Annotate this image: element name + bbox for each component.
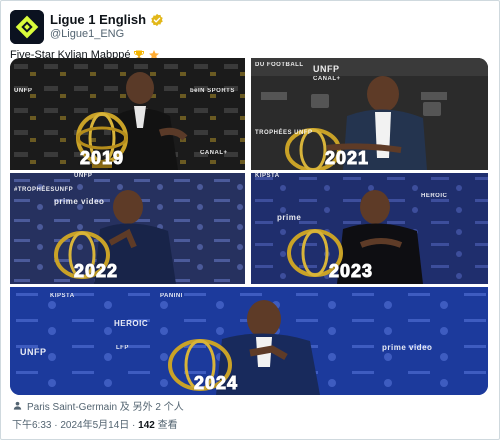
photo-2019[interactable]: UNFP CANAL+ beIN SPORTS 2019 — [10, 58, 245, 170]
backdrop-word: HEROIC — [114, 319, 149, 328]
views-count: 142 — [138, 420, 155, 431]
tweet-meta: 下午6:33 · 2024年5月14日 · 142 查看 — [12, 416, 178, 431]
year-label: 2022 — [73, 261, 119, 282]
backdrop-word: UNFP — [20, 347, 47, 357]
tagged-people[interactable]: Paris Saint-Germain 及 另外 2 个人 — [12, 398, 184, 413]
gold-verified-badge-icon — [151, 13, 163, 26]
views-label: 查看 — [154, 420, 178, 431]
backdrop-word: prime — [277, 213, 302, 222]
timestamp[interactable]: 下午6:33 · 2024年5月14日 · — [12, 420, 138, 431]
backdrop-word: prime video — [382, 343, 433, 352]
handle[interactable]: @Ligue1_ENG — [50, 28, 124, 40]
person-tag-icon — [13, 401, 22, 410]
photo-2021[interactable]: DU FOOTBALL UNFP CANAL+ TROPHÉES UNFP 20… — [251, 58, 488, 170]
backdrop-word: UNFP — [313, 64, 340, 74]
backdrop-word: DU FOOTBALL — [255, 62, 304, 68]
backdrop-word: #TROPHÉESUNFP — [14, 187, 74, 193]
backdrop-word: CANAL+ — [313, 76, 341, 82]
backdrop-word: PANINI — [160, 293, 183, 299]
tagged-text: Paris Saint-Germain 及 另外 2 个人 — [27, 402, 184, 413]
backdrop-word: TROPHÉES UNFP — [255, 130, 313, 136]
year-label: 2024 — [193, 373, 239, 394]
backdrop-word: KIPSTA — [50, 293, 75, 299]
backdrop-word: CANAL+ — [200, 150, 228, 156]
photo-2024-illustration — [10, 287, 488, 395]
backdrop-word: beIN SPORTS — [190, 88, 235, 94]
photo-2021-illustration — [251, 58, 488, 170]
media-grid: UNFP CANAL+ beIN SPORTS 2019 DU FOOTBALL… — [10, 58, 488, 395]
backdrop-word: UNFP — [14, 88, 33, 94]
photo-2022[interactable]: UNFP prime video #TROPHÉESUNFP 2022 — [10, 173, 245, 284]
backdrop-word: HEROIC — [421, 193, 448, 199]
photo-2024[interactable]: KIPSTA PANINI HEROIC UNFP prime video LF… — [10, 287, 488, 395]
backdrop-word: UNFP — [74, 173, 93, 179]
year-label: 2021 — [324, 148, 370, 169]
tweet-header: Ligue 1 English @Ligue1_ENG — [10, 10, 490, 44]
backdrop-word: LFP — [116, 345, 129, 351]
year-label: 2023 — [328, 261, 374, 282]
year-label: 2019 — [79, 148, 125, 169]
display-name[interactable]: Ligue 1 English — [50, 12, 146, 27]
backdrop-word: KIPSTA — [255, 173, 280, 179]
ligue1-logo-icon[interactable] — [10, 10, 44, 44]
backdrop-word: prime video — [54, 197, 105, 206]
photo-2023[interactable]: KIPSTA prime HEROIC 2023 — [251, 173, 488, 284]
